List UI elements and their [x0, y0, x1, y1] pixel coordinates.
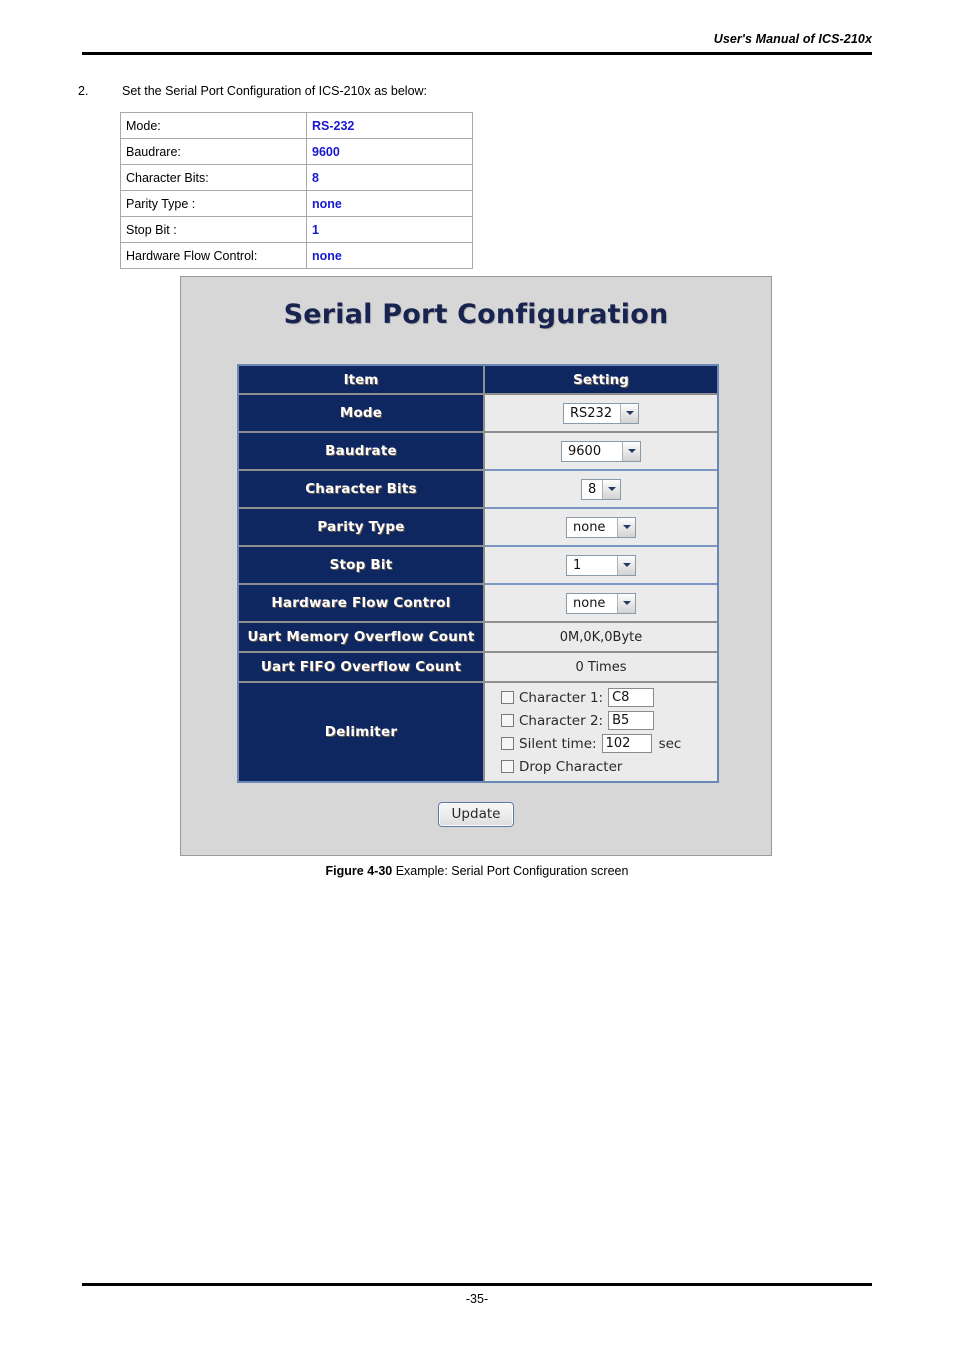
baudrate-select-value: 9600: [568, 443, 602, 459]
row-label-mode: Mode: [239, 395, 485, 433]
step-item: 2. Set the Serial Port Configuration of …: [78, 84, 778, 98]
table-row: Baudrare: 9600: [120, 138, 473, 165]
summary-label: Hardware Flow Control:: [120, 242, 307, 269]
row-setting-parity-type: none: [485, 509, 717, 547]
silent-time-label: Silent time:: [519, 735, 597, 752]
row-setting-delimiter: Character 1: C8 Character 2: B5 Silent t…: [485, 683, 717, 781]
stop-bit-select-value: 1: [573, 557, 582, 573]
figure-caption-text: Example: Serial Port Configuration scree…: [392, 864, 629, 878]
page-header: User's Manual of ICS-210x: [82, 30, 872, 48]
delimiter-character2-row: Character 2: B5: [501, 709, 717, 732]
table-row-uart-memory-overflow: Uart Memory Overflow Count 0M,0K,0Byte: [239, 623, 717, 653]
column-header-item: Item: [239, 366, 485, 395]
footer-divider: [82, 1283, 872, 1286]
hardware-flow-control-select-value: none: [573, 595, 606, 611]
summary-value: 9600: [306, 138, 473, 165]
summary-value: none: [306, 242, 473, 269]
settings-summary-table: Mode: RS-232 Baudrare: 9600 Character Bi…: [120, 112, 473, 269]
page-number: -35-: [465, 1292, 489, 1306]
table-row-delimiter: Delimiter Character 1: C8 Character 2: B…: [239, 683, 717, 781]
character-bits-select[interactable]: 8: [581, 478, 621, 500]
summary-value: RS-232: [306, 112, 473, 139]
chevron-down-icon: [617, 555, 635, 575]
table-row-mode: Mode RS232: [239, 395, 717, 433]
character-bits-select-value: 8: [588, 481, 597, 497]
drop-character-checkbox[interactable]: [501, 760, 514, 773]
row-value-uart-fifo-overflow: 0 Times: [485, 653, 717, 683]
table-row-uart-fifo-overflow: Uart FIFO Overflow Count 0 Times: [239, 653, 717, 683]
table-row: Stop Bit : 1: [120, 216, 473, 243]
silent-time-input[interactable]: 102: [601, 734, 652, 753]
delimiter-drop-character-row: Drop Character: [501, 755, 717, 778]
summary-label: Baudrare:: [120, 138, 307, 165]
row-label-hardware-flow-control: Hardware Flow Control: [239, 585, 485, 623]
summary-label: Parity Type :: [120, 190, 307, 217]
row-label-parity-type: Parity Type: [239, 509, 485, 547]
serial-port-configuration-table: Item Setting Mode RS232 Baudrate 9600 Ch…: [237, 364, 719, 783]
table-row-hardware-flow-control: Hardware Flow Control none: [239, 585, 717, 623]
parity-type-select[interactable]: none: [566, 516, 636, 538]
row-setting-baudrate: 9600: [485, 433, 717, 471]
row-label-delimiter: Delimiter: [239, 683, 485, 781]
update-button[interactable]: Update: [437, 802, 515, 827]
step-number: 2.: [78, 84, 89, 98]
silent-time-checkbox[interactable]: [501, 737, 514, 750]
row-setting-hardware-flow-control: none: [485, 585, 717, 623]
summary-value: 1: [306, 216, 473, 243]
row-setting-stop-bit: 1: [485, 547, 717, 585]
step-text: Set the Serial Port Configuration of ICS…: [122, 84, 428, 98]
summary-value: 8: [306, 164, 473, 191]
hardware-flow-control-select[interactable]: none: [566, 592, 636, 614]
table-row: Hardware Flow Control: none: [120, 242, 473, 269]
table-row: Parity Type : none: [120, 190, 473, 217]
delimiter-silent-time-row: Silent time: 102 sec: [501, 732, 717, 755]
drop-character-label: Drop Character: [519, 758, 623, 775]
table-row-baudrate: Baudrate 9600: [239, 433, 717, 471]
page-title: Serial Port Configuration: [283, 299, 669, 330]
table-row-stop-bit: Stop Bit 1: [239, 547, 717, 585]
character1-label: Character 1:: [519, 689, 604, 706]
baudrate-select[interactable]: 9600: [561, 440, 641, 462]
character2-checkbox[interactable]: [501, 714, 514, 727]
update-button-container: Update: [181, 802, 771, 827]
parity-type-select-value: none: [573, 519, 606, 535]
chevron-down-icon: [602, 479, 620, 499]
character1-checkbox[interactable]: [501, 691, 514, 704]
summary-label: Stop Bit :: [120, 216, 307, 243]
character1-input[interactable]: C8: [608, 688, 655, 707]
character2-label: Character 2:: [519, 712, 604, 729]
summary-label: Mode:: [120, 112, 307, 139]
row-label-character-bits: Character Bits: [239, 471, 485, 509]
chevron-down-icon: [622, 441, 640, 461]
chevron-down-icon: [620, 403, 638, 423]
row-setting-character-bits: 8: [485, 471, 717, 509]
header-divider: [82, 52, 872, 55]
delimiter-character1-row: Character 1: C8: [501, 686, 717, 709]
summary-value: none: [306, 190, 473, 217]
mode-select-value: RS232: [570, 405, 613, 421]
character2-input[interactable]: B5: [608, 711, 655, 730]
row-setting-mode: RS232: [485, 395, 717, 433]
row-label-uart-fifo-overflow: Uart FIFO Overflow Count: [239, 653, 485, 683]
chevron-down-icon: [617, 593, 635, 613]
row-label-uart-memory-overflow: Uart Memory Overflow Count: [239, 623, 485, 653]
row-label-baudrate: Baudrate: [239, 433, 485, 471]
chevron-down-icon: [617, 517, 635, 537]
screenshot-frame: Serial Port Configuration Item Setting M…: [180, 276, 772, 856]
silent-time-unit: sec: [658, 735, 682, 752]
mode-select[interactable]: RS232: [563, 402, 639, 424]
table-row-character-bits: Character Bits 8: [239, 471, 717, 509]
table-header-row: Item Setting: [239, 366, 717, 395]
stop-bit-select[interactable]: 1: [566, 554, 636, 576]
figure-caption: Figure 4-30 Example: Serial Port Configu…: [0, 864, 954, 878]
figure-number: Figure 4-30: [325, 864, 393, 878]
table-row: Character Bits: 8: [120, 164, 473, 191]
manual-title: User's Manual of ICS-210x: [713, 32, 872, 46]
table-row: Mode: RS-232: [120, 112, 473, 139]
row-value-uart-memory-overflow: 0M,0K,0Byte: [485, 623, 717, 653]
table-row-parity-type: Parity Type none: [239, 509, 717, 547]
row-label-stop-bit: Stop Bit: [239, 547, 485, 585]
column-header-setting: Setting: [485, 366, 717, 395]
summary-label: Character Bits:: [120, 164, 307, 191]
